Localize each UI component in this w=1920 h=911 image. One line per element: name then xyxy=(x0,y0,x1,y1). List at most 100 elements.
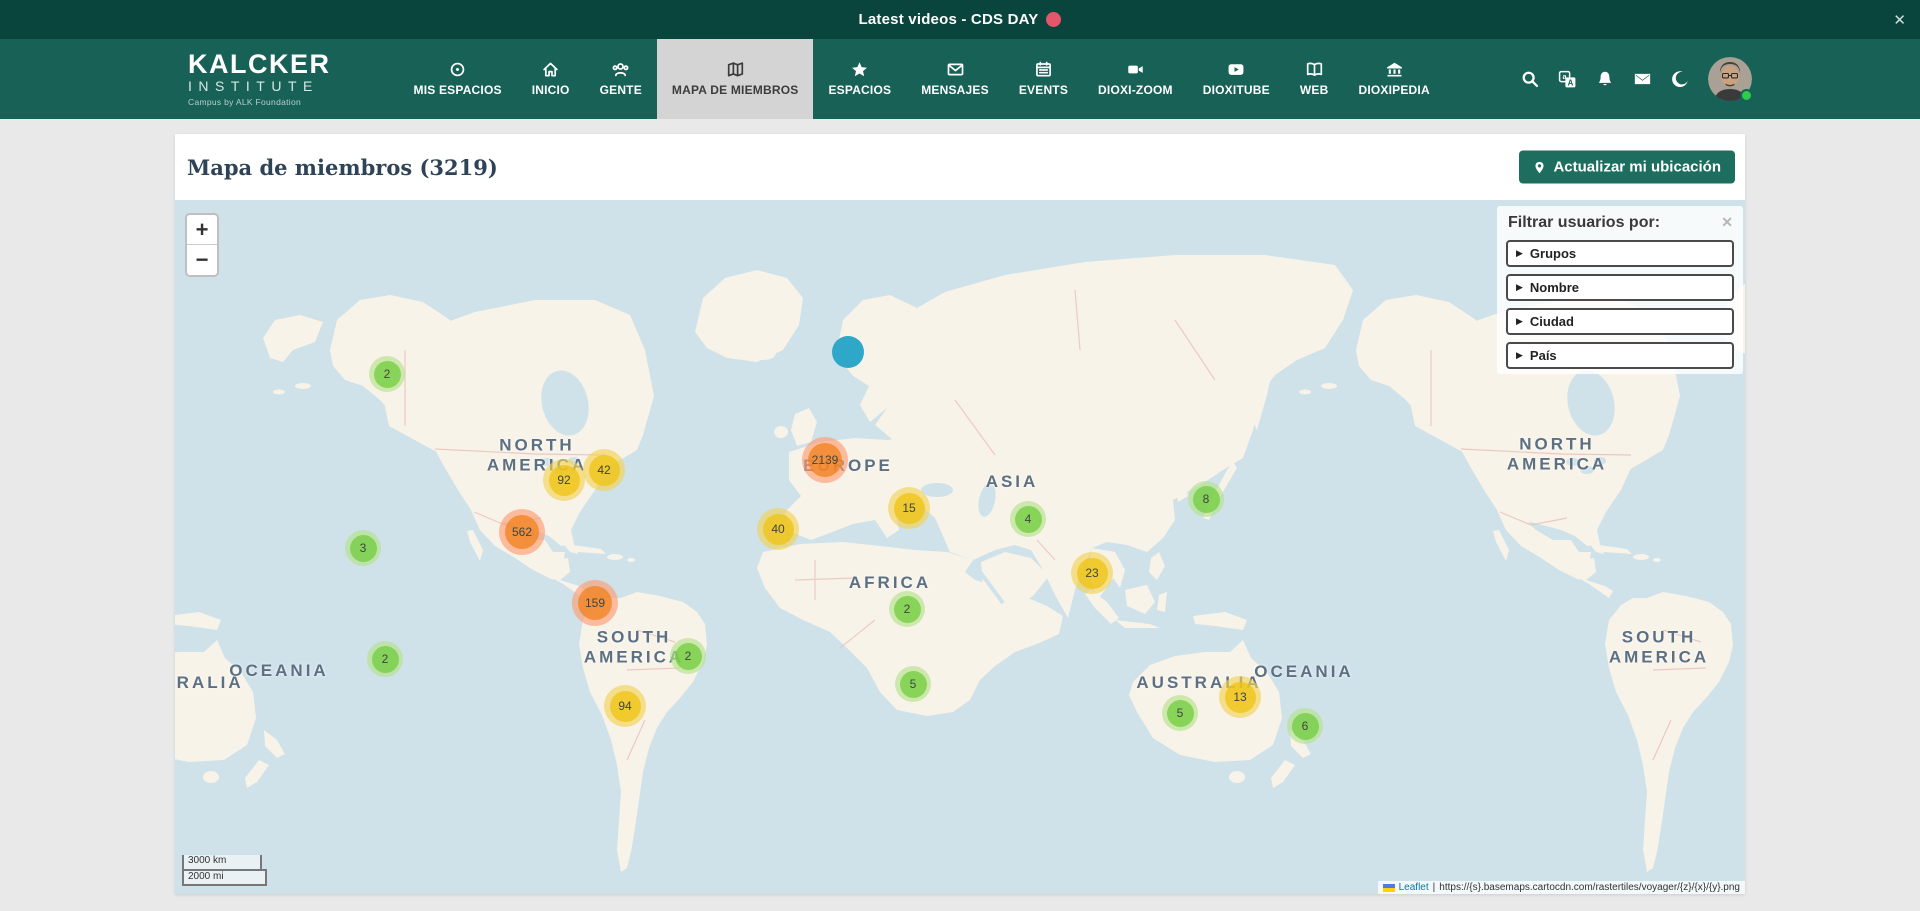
home-icon xyxy=(542,62,559,78)
moon-icon[interactable] xyxy=(1671,70,1689,88)
zoom-out-button[interactable]: − xyxy=(187,245,217,275)
cluster-count: 2 xyxy=(384,367,391,381)
member-cluster[interactable]: 2 xyxy=(670,638,706,674)
member-cluster[interactable]: 2 xyxy=(889,591,925,627)
announcement-banner: Latest videos - CDS DAY ✕ xyxy=(0,0,1920,39)
cluster-count: 3 xyxy=(360,541,367,555)
single-member-marker[interactable] xyxy=(832,336,864,368)
member-cluster[interactable]: 23 xyxy=(1071,552,1113,594)
announcement-text[interactable]: Latest videos - CDS DAY xyxy=(859,11,1062,28)
filter-accordion-label: Nombre xyxy=(1530,280,1579,295)
nav-item-web[interactable]: WEB xyxy=(1285,39,1344,119)
nav-item-label: MAPA DE MIEMBROS xyxy=(672,83,799,97)
member-cluster[interactable]: 13 xyxy=(1219,676,1261,718)
announcement-label: Latest videos - CDS DAY xyxy=(859,11,1039,28)
nav-item-label: WEB xyxy=(1300,83,1329,97)
envelope-icon xyxy=(947,62,964,78)
nav-item-label: DIOXITUBE xyxy=(1203,83,1270,97)
nav-item-mis-espacios[interactable]: MIS ESPACIOS xyxy=(399,39,517,119)
ukraine-flag-icon xyxy=(1383,884,1395,892)
search-icon[interactable] xyxy=(1521,70,1539,88)
target-icon xyxy=(449,62,466,78)
red-dot-icon xyxy=(1046,12,1061,27)
member-cluster[interactable]: 2 xyxy=(369,356,405,392)
nav-item-inicio[interactable]: INICIO xyxy=(517,39,585,119)
member-cluster[interactable]: 5 xyxy=(1162,695,1198,731)
caret-right-icon: ▶ xyxy=(1516,248,1523,259)
nav-item-label: GENTE xyxy=(600,83,642,97)
members-map[interactable]: NORTH AMERICANORTH AMERICAEUROPEASIAAFRI… xyxy=(175,200,1745,894)
bell-icon[interactable] xyxy=(1596,70,1614,88)
cluster-count: 15 xyxy=(902,501,915,515)
nav-item-label: DIOXIPEDIA xyxy=(1358,83,1429,97)
member-cluster[interactable]: 4 xyxy=(1010,501,1046,537)
cluster-count: 5 xyxy=(910,677,917,691)
member-cluster[interactable]: 42 xyxy=(583,449,625,491)
close-icon[interactable]: ✕ xyxy=(1893,11,1906,29)
map-scale-control: 3000 km 2000 mi xyxy=(182,855,267,886)
update-location-button[interactable]: Actualizar mi ubicación xyxy=(1519,151,1735,184)
cluster-count: 5 xyxy=(1177,706,1184,720)
cluster-count: 2139 xyxy=(812,453,839,467)
filter-accordion-grupos[interactable]: ▶ Grupos xyxy=(1506,240,1734,267)
nav-item-dioxitube[interactable]: DIOXITUBE xyxy=(1188,39,1285,119)
member-cluster[interactable]: 94 xyxy=(604,685,646,727)
filter-close-icon[interactable]: ✕ xyxy=(1721,214,1733,231)
member-cluster[interactable]: 5 xyxy=(895,666,931,702)
cluster-count: 94 xyxy=(618,699,631,713)
filter-accordion-país[interactable]: ▶ País xyxy=(1506,342,1734,369)
cluster-count: 92 xyxy=(557,473,570,487)
nav-item-gente[interactable]: GENTE xyxy=(585,39,657,119)
brand-subname: INSTITUTE xyxy=(188,78,331,95)
caret-right-icon: ▶ xyxy=(1516,282,1523,293)
member-cluster[interactable]: 15 xyxy=(888,487,930,529)
member-cluster[interactable]: 40 xyxy=(757,508,799,550)
main-navbar: KALCKER INSTITUTE Campus by ALK Foundati… xyxy=(0,39,1920,119)
nav-item-espacios[interactable]: ESPACIOS xyxy=(813,39,906,119)
members-map-card: Mapa de miembros (3219) Actualizar mi ub… xyxy=(175,134,1745,894)
online-status-dot xyxy=(1740,89,1753,102)
member-cluster[interactable]: 159 xyxy=(572,580,618,626)
nav-item-events[interactable]: EVENTS xyxy=(1004,39,1083,119)
member-cluster[interactable]: 2 xyxy=(367,641,403,677)
nav-item-label: ESPACIOS xyxy=(828,83,891,97)
scale-mi: 2000 mi xyxy=(182,869,267,887)
translate-icon[interactable]: aA xyxy=(1558,70,1577,89)
cluster-count: 6 xyxy=(1302,719,1309,733)
member-cluster[interactable]: 2139 xyxy=(802,437,848,483)
nav-item-mapa-de-miembros[interactable]: MAPA DE MIEMBROS xyxy=(657,39,814,119)
book-icon xyxy=(1306,62,1323,78)
calendar-icon xyxy=(1035,62,1052,78)
member-cluster[interactable]: 3 xyxy=(345,530,381,566)
filter-accordion-label: País xyxy=(1530,348,1557,363)
nav-item-dioxi-zoom[interactable]: DIOXI-ZOOM xyxy=(1083,39,1188,119)
video-icon xyxy=(1127,62,1144,78)
cluster-count: 8 xyxy=(1203,492,1210,506)
page-title: Mapa de miembros (3219) xyxy=(187,155,498,180)
nav-menu: MIS ESPACIOS INICIO GENTE MAPA DE MIEMBROS E… xyxy=(399,39,1445,119)
svg-text:A: A xyxy=(1568,78,1574,87)
member-cluster[interactable]: 92 xyxy=(543,459,585,501)
mail-icon[interactable] xyxy=(1633,70,1652,88)
user-avatar[interactable] xyxy=(1708,57,1752,101)
caret-right-icon: ▶ xyxy=(1516,350,1523,361)
zoom-in-button[interactable]: + xyxy=(187,215,217,245)
brand-logo[interactable]: KALCKER INSTITUTE Campus by ALK Foundati… xyxy=(188,39,331,119)
cluster-count: 23 xyxy=(1085,566,1098,580)
nav-item-mensajes[interactable]: MENSAJES xyxy=(906,39,1004,119)
nav-item-label: INICIO xyxy=(532,83,570,97)
filter-title: Filtrar usuarios por: xyxy=(1508,214,1734,232)
filter-accordion-label: Grupos xyxy=(1530,246,1576,261)
leaflet-link[interactable]: Leaflet xyxy=(1399,882,1429,893)
nav-item-dioxipedia[interactable]: DIOXIPEDIA xyxy=(1343,39,1444,119)
member-cluster[interactable]: 562 xyxy=(499,509,545,555)
member-cluster[interactable]: 8 xyxy=(1188,481,1224,517)
attribution-separator: | xyxy=(1433,882,1436,893)
map-zoom-control: + − xyxy=(185,213,219,277)
nav-item-label: EVENTS xyxy=(1019,83,1068,97)
filter-accordion-ciudad[interactable]: ▶Ciudad xyxy=(1506,308,1734,335)
brand-tagline: Campus by ALK Foundation xyxy=(188,97,331,107)
filter-accordion-nombre[interactable]: ▶ Nombre xyxy=(1506,274,1734,301)
member-cluster[interactable]: 6 xyxy=(1287,708,1323,744)
nav-actions: aA xyxy=(1521,39,1752,119)
